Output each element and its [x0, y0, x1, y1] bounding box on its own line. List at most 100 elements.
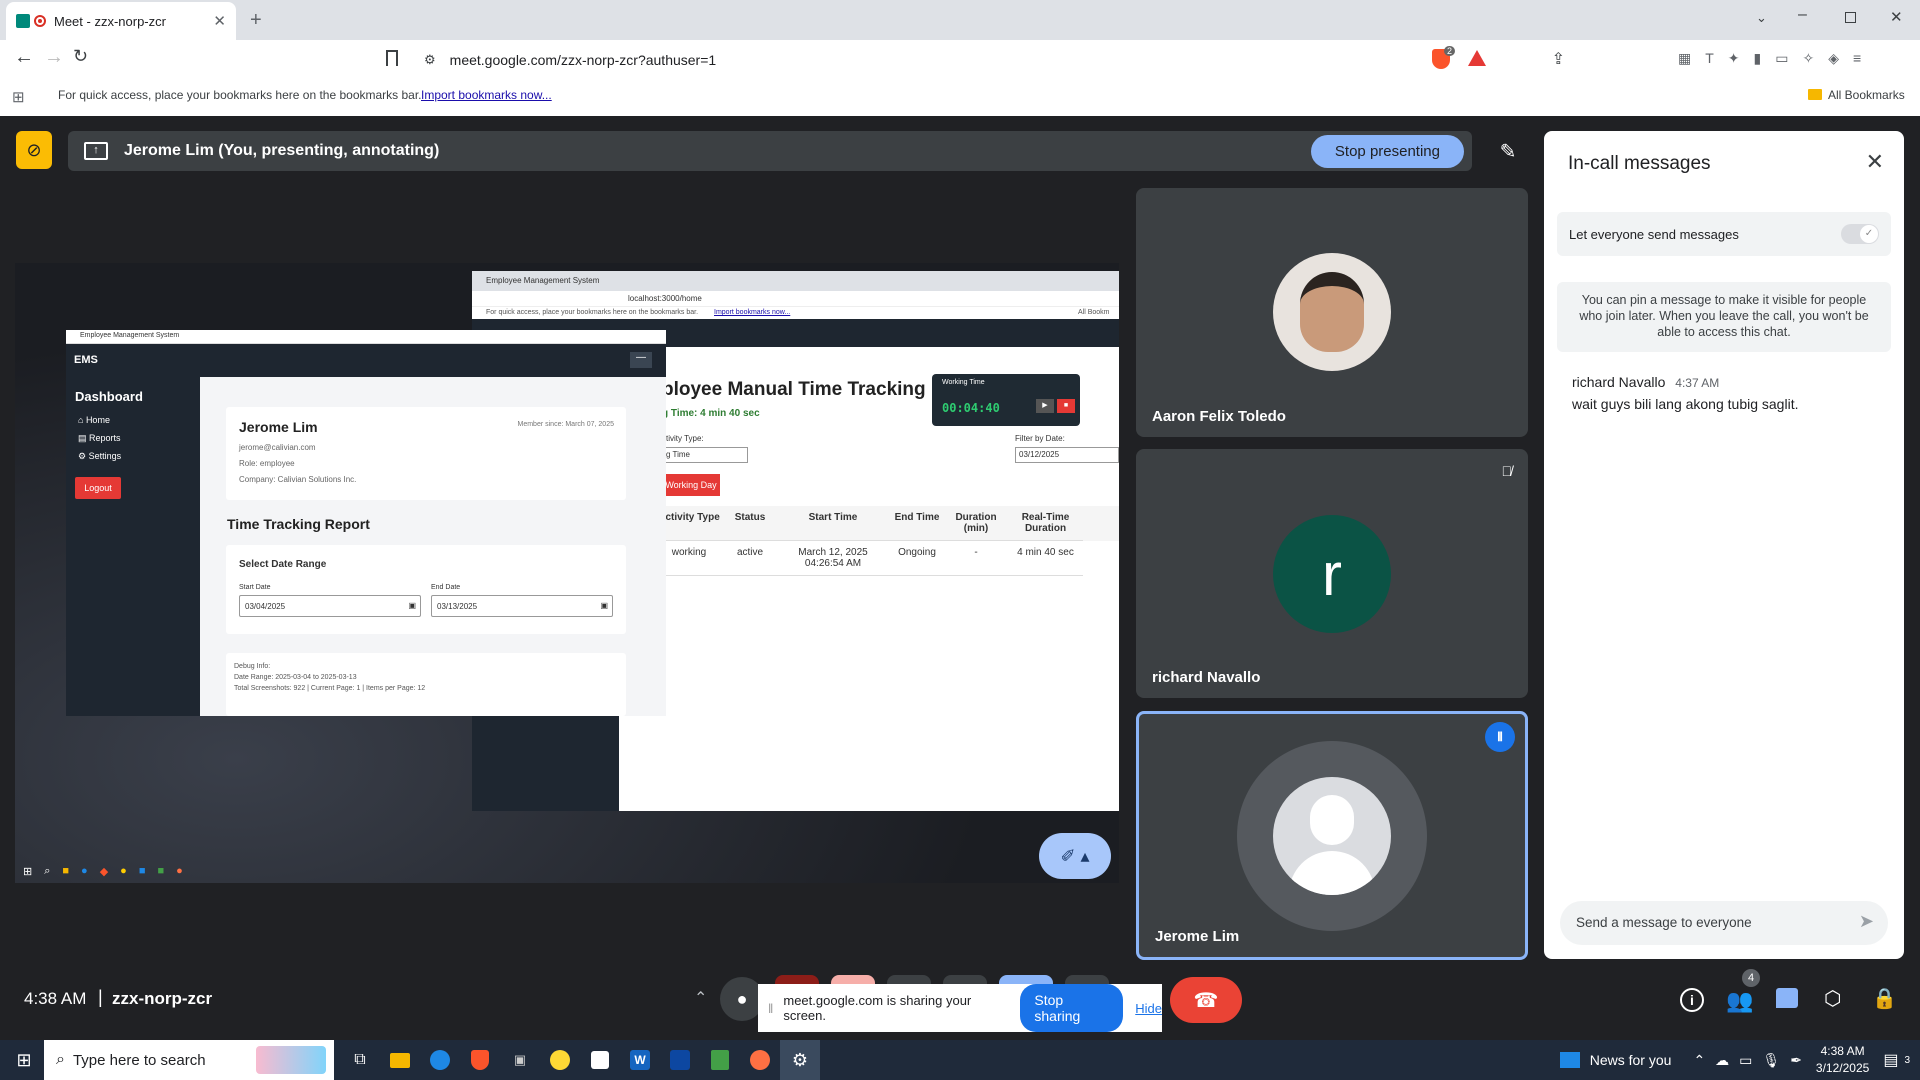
brave-icon[interactable]	[460, 1040, 500, 1080]
app-icon[interactable]	[740, 1040, 780, 1080]
leave-call-button[interactable]: ☎	[1170, 977, 1242, 1023]
pin-info-text: You can pin a message to make it visible…	[1579, 293, 1869, 339]
participant-name: Jerome Lim	[1155, 928, 1240, 945]
word-icon[interactable]: W	[620, 1040, 660, 1080]
import-bookmarks-link[interactable]: Import bookmarks now...	[421, 88, 552, 102]
end-date-input[interactable]: 03/13/2025 ▣	[431, 595, 613, 617]
stop-sharing-button[interactable]: Stop sharing	[1020, 984, 1124, 1032]
chat-icon[interactable]	[1776, 988, 1798, 1008]
back-heading: ployee Manual Time Tracking	[662, 379, 926, 400]
news-icon[interactable]	[1559, 1052, 1580, 1068]
filter-date-input[interactable]: 03/12/2025	[1015, 447, 1119, 463]
leo-icon[interactable]: ✧	[1802, 50, 1814, 67]
app-icon[interactable]	[700, 1040, 740, 1080]
host-controls-icon[interactable]: 🔒	[1872, 986, 1897, 1011]
more-controls-chevron-icon[interactable]: ⌃	[694, 988, 707, 1008]
close-window-icon[interactable]: ✕	[1890, 8, 1903, 26]
wallet-icon[interactable]: ▭	[1775, 50, 1788, 67]
start-date-input[interactable]: 03/04/2025 ▣	[239, 595, 421, 617]
hamburger-menu-icon[interactable]: —	[630, 352, 652, 368]
nav-home-label: Home	[85, 415, 110, 425]
folder-icon	[1808, 89, 1822, 100]
debug-range: Date Range: 2025-03-04 to 2025-03-13	[234, 674, 357, 681]
app-icon[interactable]	[660, 1040, 700, 1080]
calendar-icon[interactable]: ▣	[600, 601, 608, 610]
search-placeholder: Type here to search	[72, 1051, 206, 1069]
annotation-toolbar[interactable]: ✐ ▴	[1039, 833, 1111, 879]
message-input[interactable]: Send a message to everyone ➤	[1560, 901, 1888, 945]
people-icon[interactable]: 👥	[1726, 988, 1753, 1014]
logout-label: Logout	[84, 483, 112, 493]
back-icon[interactable]: ←	[14, 46, 34, 69]
hide-link[interactable]: Hide	[1135, 1001, 1162, 1016]
clock[interactable]: 4:38 AM 3/12/2025	[1816, 1043, 1869, 1077]
avatar: r	[1273, 515, 1391, 633]
participant-tile-jerome[interactable]: ⫴ Jerome Lim	[1136, 711, 1528, 960]
working-day-button[interactable]: Working Day	[662, 474, 720, 496]
reload-icon[interactable]: ↻	[73, 46, 88, 67]
activity-select[interactable]: g Time	[662, 447, 748, 463]
pen-icon[interactable]: ✒	[1790, 1052, 1802, 1069]
sidebar-icon[interactable]: ▮	[1754, 50, 1762, 67]
camera-off-icon[interactable]: ⊘	[16, 131, 52, 169]
app-icon[interactable]: ▣	[500, 1040, 540, 1080]
show-hidden-icons-icon[interactable]: ⌃	[1693, 1052, 1705, 1069]
extension-icon[interactable]: ▦	[1678, 50, 1691, 67]
stop-presenting-button[interactable]: Stop presenting	[1310, 134, 1464, 168]
forward-icon[interactable]: →	[44, 46, 64, 69]
new-tab-icon[interactable]: +	[250, 9, 262, 32]
logout-button[interactable]: Logout	[75, 477, 121, 499]
news-label[interactable]: News for you	[1590, 1052, 1672, 1068]
share-icon[interactable]: ⇪	[1552, 49, 1565, 69]
onedrive-icon[interactable]: ☁	[1715, 1052, 1729, 1069]
network-icon[interactable]: ▭	[1739, 1052, 1752, 1069]
activities-icon[interactable]: ⬡	[1824, 986, 1841, 1011]
mic-tray-icon[interactable]: 🎙	[1762, 1052, 1780, 1069]
nav-settings[interactable]: ⚙ Settings	[78, 451, 121, 462]
drag-handle-icon[interactable]: ‖	[768, 1001, 773, 1016]
timer-play-button[interactable]: ▶	[1036, 399, 1054, 413]
file-explorer-icon[interactable]	[380, 1040, 420, 1080]
timer-stop-button[interactable]: ■	[1057, 399, 1075, 413]
filter-date-label: Filter by Date:	[1015, 434, 1065, 443]
nav-reports[interactable]: ▤ Reports	[78, 433, 121, 444]
site-info-icon[interactable]: ⚙	[424, 52, 436, 68]
browser-tab[interactable]: Meet - zzx-norp-zcr ✕	[6, 2, 236, 40]
timer-widget: Working Time 00:04:40 ▶ ■	[932, 374, 1080, 426]
address-bar[interactable]: ⚙ meet.google.com/zzx-norp-zcr?authuser=…	[410, 45, 1565, 75]
edge-icon[interactable]	[420, 1040, 460, 1080]
minimize-icon[interactable]: –	[1798, 6, 1807, 24]
app-icon[interactable]	[540, 1040, 580, 1080]
allow-messages-toggle[interactable]: ✓	[1841, 224, 1879, 244]
vpn-icon[interactable]: ◈	[1828, 50, 1839, 67]
tab-close-icon[interactable]: ✕	[213, 12, 226, 30]
task-view-icon[interactable]: ⧉	[340, 1040, 380, 1080]
clock-date: 3/12/2025	[1815, 1061, 1870, 1075]
back-all-bookmarks: All Bookm	[1078, 309, 1110, 316]
send-icon[interactable]: ➤	[1859, 911, 1874, 932]
participant-tile-aaron[interactable]: Aaron Felix Toledo	[1136, 188, 1528, 437]
brave-rewards-icon[interactable]	[1468, 50, 1486, 66]
table-header-cell: Real-Time Duration	[1008, 506, 1083, 541]
meeting-details-icon[interactable]: i	[1680, 988, 1704, 1012]
app-icon[interactable]	[580, 1040, 620, 1080]
bookmark-page-icon[interactable]	[386, 50, 398, 66]
all-bookmarks[interactable]: All Bookmarks	[1828, 88, 1905, 102]
calendar-icon[interactable]: ▣	[408, 601, 416, 610]
apps-grid-icon[interactable]: ⊞	[12, 88, 25, 106]
menu-icon[interactable]: ≡	[1853, 50, 1861, 67]
windows-start-icon[interactable]: ⊞	[4, 1040, 44, 1080]
notification-icon[interactable]: ▤	[1883, 1050, 1898, 1070]
close-chat-icon[interactable]: ✕	[1866, 149, 1884, 175]
puzzle-icon[interactable]: ✦	[1728, 50, 1740, 67]
restore-icon[interactable]	[1845, 12, 1856, 23]
speaking-indicator-icon: ⫴	[1485, 722, 1515, 752]
taskbar-search-box[interactable]: ⌕ Type here to search	[44, 1040, 334, 1080]
message-permission-row: Let everyone send messages ✓	[1557, 212, 1891, 256]
settings-icon[interactable]: ⚙	[780, 1040, 820, 1080]
extension-icon[interactable]: T	[1705, 50, 1714, 67]
nav-home[interactable]: ⌂ Home	[78, 415, 110, 425]
participant-tile-richard[interactable]: 🎙̸ r richard Navallo	[1136, 449, 1528, 698]
annotate-pen-icon[interactable]: ✎	[1490, 134, 1526, 168]
tab-search-icon[interactable]: ⌄	[1756, 10, 1767, 26]
